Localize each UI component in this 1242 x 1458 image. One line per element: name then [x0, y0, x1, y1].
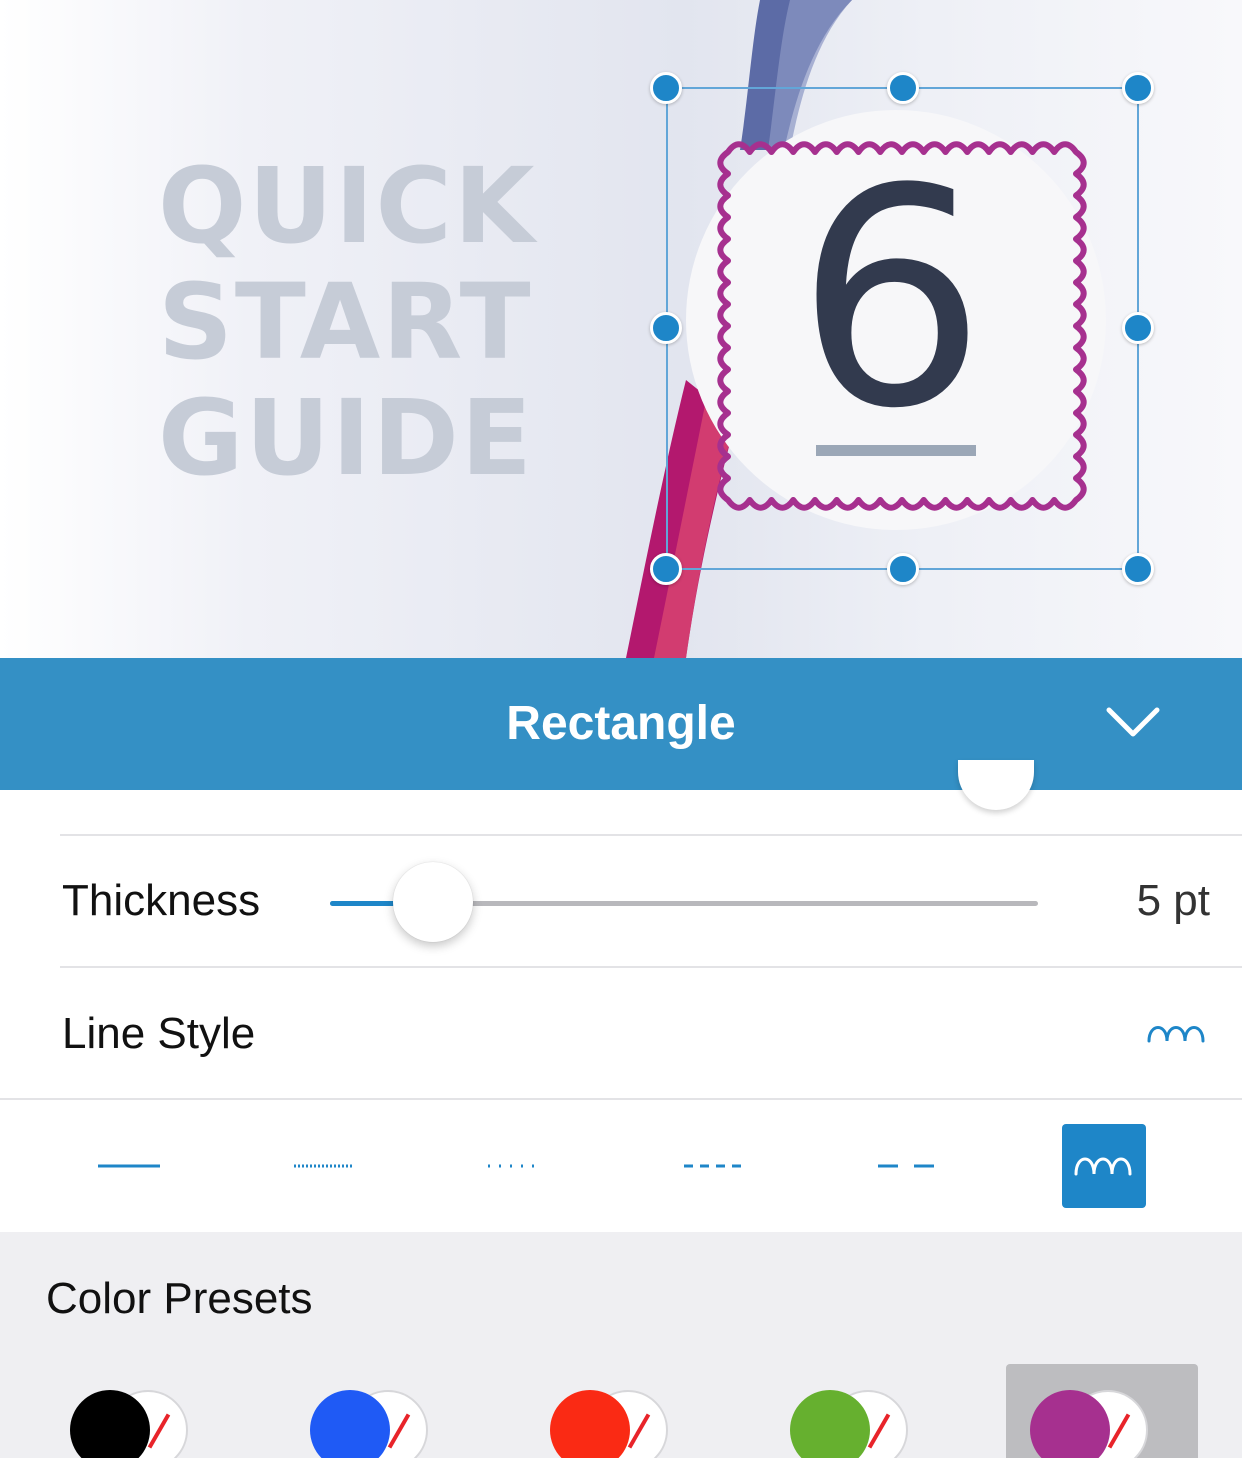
selection-box	[666, 87, 1139, 570]
color-preset-black[interactable]	[46, 1364, 238, 1458]
dashed-long-line-icon	[878, 1164, 934, 1168]
dotted-dense-line-icon	[294, 1164, 352, 1168]
color-preset-purple[interactable]	[1006, 1364, 1198, 1458]
line-style-label: Line Style	[62, 1009, 256, 1058]
line-style-solid[interactable]	[88, 1124, 172, 1208]
line-style-dotted-sparse[interactable]	[472, 1124, 556, 1208]
cloudy-line-style-icon	[1147, 1026, 1205, 1043]
row-divider	[60, 966, 1242, 968]
chevron-down-icon[interactable]	[1100, 698, 1166, 748]
resize-handle-bottom[interactable]	[887, 553, 919, 585]
color-preset-green[interactable]	[766, 1364, 958, 1458]
line-style-dotted-dense[interactable]	[280, 1124, 364, 1208]
row-divider	[0, 1098, 1242, 1100]
opacity-slider-thumb[interactable]	[958, 760, 1034, 810]
color-presets-section: Color Presets	[0, 1232, 1242, 1458]
cloudy-line-icon	[1074, 1157, 1132, 1176]
document-canvas[interactable]: QUICK START GUIDE 6	[0, 0, 1242, 658]
line-style-dashed-short[interactable]	[672, 1124, 756, 1208]
resize-handle-top-right[interactable]	[1122, 72, 1154, 104]
color-presets-title: Color Presets	[46, 1274, 313, 1323]
resize-handle-bottom-left[interactable]	[650, 553, 682, 585]
panel-title: Rectangle	[506, 697, 736, 750]
thickness-slider-thumb[interactable]	[393, 862, 474, 942]
resize-handle-right[interactable]	[1122, 312, 1154, 344]
dashed-short-line-icon	[684, 1164, 746, 1168]
thickness-label: Thickness	[62, 876, 261, 925]
resize-handle-left[interactable]	[650, 312, 682, 344]
solid-line-icon	[98, 1164, 160, 1168]
line-style-dashed-long[interactable]	[864, 1124, 948, 1208]
color-preset-blue[interactable]	[286, 1364, 478, 1458]
cloudy-border-path	[717, 141, 1087, 511]
annotation-panel-header: Rectangle	[0, 658, 1242, 790]
cloudy-rectangle-annotation[interactable]	[0, 0, 1242, 658]
dotted-sparse-line-icon	[488, 1164, 542, 1168]
resize-handle-top-left[interactable]	[650, 72, 682, 104]
color-preset-red[interactable]	[526, 1364, 718, 1458]
resize-handle-bottom-right[interactable]	[1122, 553, 1154, 585]
line-style-cloudy[interactable]	[1062, 1124, 1146, 1208]
resize-handle-top[interactable]	[887, 72, 919, 104]
row-divider	[60, 834, 1242, 836]
thickness-value: 5 pt	[1136, 876, 1210, 925]
